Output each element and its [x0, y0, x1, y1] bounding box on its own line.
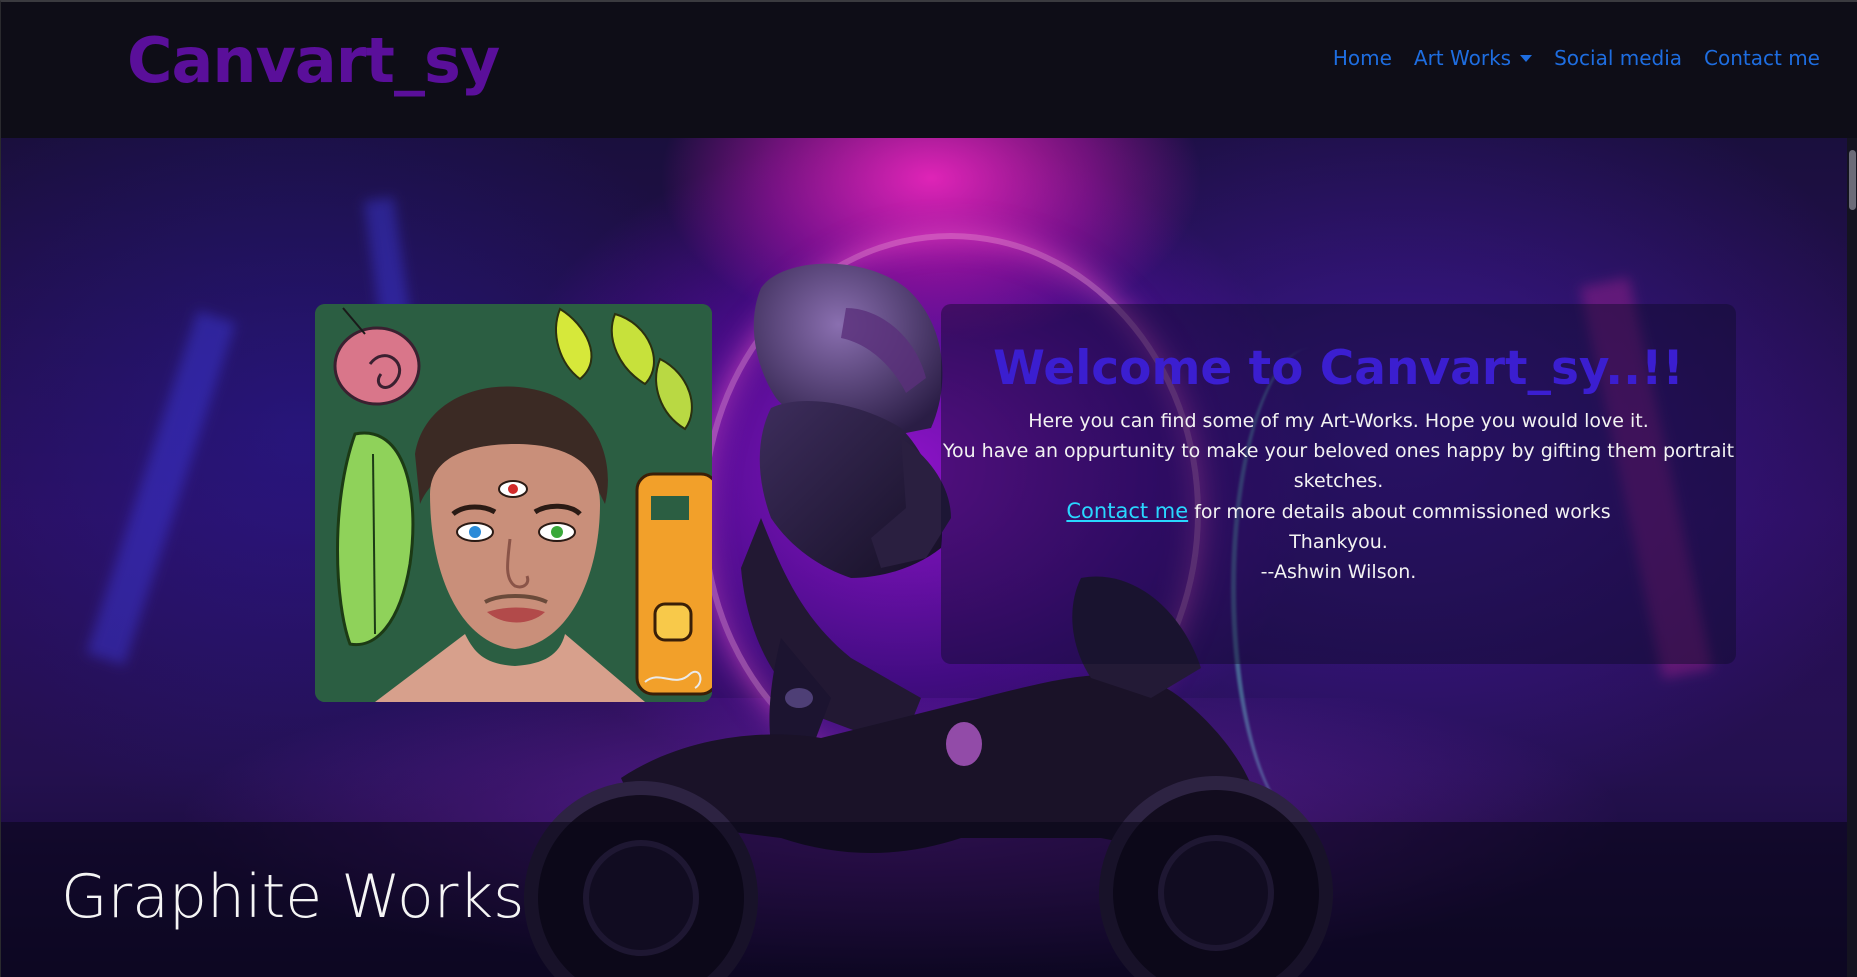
thanks-text: Thankyou.	[1289, 531, 1388, 553]
graphite-works-title: Graphite Works	[61, 862, 525, 932]
nav-home-link[interactable]: Home	[1333, 46, 1392, 70]
welcome-contact-line: Contact me for more details about commis…	[941, 496, 1736, 527]
nav-social-media-link[interactable]: Social media	[1554, 46, 1682, 70]
welcome-line-2: You have an oppurtunity to make your bel…	[942, 440, 1735, 492]
contact-me-link[interactable]: Contact me	[1066, 499, 1188, 523]
nav-art-works-label: Art Works	[1413, 46, 1512, 70]
welcome-heading: Welcome to Canvart_sy..!!	[993, 341, 1684, 396]
browser-viewport: Canvart_sy Home Art Works Social media C…	[0, 0, 1857, 977]
nav-contact-me-link[interactable]: Contact me	[1704, 46, 1820, 70]
contact-suffix-text: for more details about commissioned work…	[1188, 501, 1611, 523]
page-scrollbar[interactable]	[1847, 138, 1857, 977]
chevron-down-icon	[1520, 54, 1533, 62]
graphite-works-section: Graphite Works	[1, 822, 1857, 977]
nav-art-works-dropdown[interactable]: Art Works	[1413, 46, 1533, 70]
welcome-panel: Welcome to Canvart_sy..!! Here you can f…	[941, 304, 1736, 664]
welcome-line-1: Here you can find some of my Art-Works. …	[1028, 410, 1649, 432]
self-portrait-illustration-icon	[315, 304, 712, 702]
nav-links: Home Art Works Social media Contact me	[1333, 46, 1820, 70]
scrollbar-thumb[interactable]	[1849, 150, 1856, 210]
navbar: Canvart_sy Home Art Works Social media C…	[1, 2, 1857, 138]
signature-text: --Ashwin Wilson.	[1260, 561, 1417, 583]
brand-logo[interactable]: Canvart_sy	[127, 24, 500, 97]
self-portrait-image	[315, 304, 712, 702]
